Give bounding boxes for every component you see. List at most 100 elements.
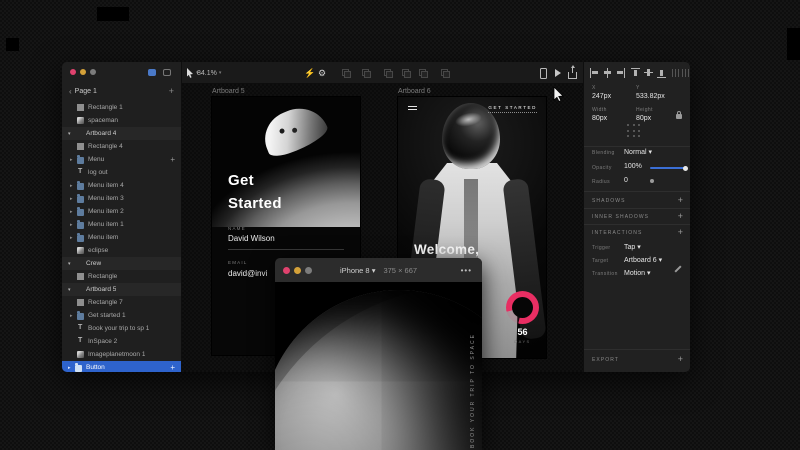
width-value[interactable]: 80px [592,115,607,122]
export-section-label: EXPORT [592,357,620,363]
more-options-icon[interactable]: ••• [461,266,472,275]
height-value[interactable]: 80px [636,115,651,122]
distribute-vertical-icon[interactable] [681,68,690,78]
close-window-button[interactable] [70,69,76,75]
hamburger-menu-icon[interactable] [408,106,417,112]
add-inner-shadow-icon[interactable]: + [678,211,683,221]
layer-row[interactable]: ▸ Menu item 3 [62,192,181,205]
preview-titlebar[interactable]: iPhone 8 ▾ 375 × 667 ••• [275,258,482,282]
layer-add-icon[interactable]: + [170,155,175,164]
layer-row[interactable]: log out [62,166,181,179]
settings-button[interactable]: ⚙ [318,62,326,84]
minimize-window-button[interactable] [294,266,301,274]
opacity-value[interactable]: 100% [624,163,642,170]
preview-window[interactable]: iPhone 8 ▾ 375 × 667 ••• BOOK YOUR TRIP … [275,258,482,450]
expand-arrow-icon[interactable]: ▸ [70,209,77,215]
page-back-icon[interactable]: ‹ [69,87,72,96]
blending-dropdown[interactable]: Normal ▾ [624,148,652,156]
get-started-link[interactable]: GET STARTED [488,105,537,113]
opacity-slider-knob[interactable] [683,165,688,171]
components-view-icon[interactable] [163,69,171,76]
link-tool-button[interactable] [342,62,351,84]
expand-arrow-icon[interactable]: ▸ [70,183,77,189]
expand-arrow-icon[interactable]: ▾ [68,131,75,137]
union-button[interactable] [384,62,393,84]
expand-arrow-icon[interactable]: ▸ [70,313,77,319]
radius-slider-knob[interactable] [650,179,654,183]
layer-row[interactable]: ▸ Menu item [62,231,181,244]
expand-arrow-icon[interactable]: ▸ [68,365,75,371]
layer-row[interactable]: Book your trip to sp 1 [62,322,181,335]
add-page-icon[interactable]: + [169,86,174,96]
preview-device-dropdown[interactable]: iPhone 8 ▾ [340,266,375,275]
add-shadow-icon[interactable]: + [678,195,683,205]
x-value[interactable]: 247px [592,93,611,100]
name-field-label: NAME [228,226,246,231]
close-window-button[interactable] [283,266,290,274]
email-field-value[interactable]: david@invi [228,269,267,278]
layer-row[interactable]: ▸ Menu item 2 [62,205,181,218]
layer-row[interactable]: Imageplanetmoon 1 [62,348,181,361]
layers-view-icon[interactable] [148,69,156,76]
target-dropdown[interactable]: Artboard 6 ▾ [624,256,662,264]
layer-row[interactable]: eclipse [62,244,181,257]
mask-button[interactable] [441,62,450,84]
radius-value[interactable]: 0 [624,177,628,184]
anchor-grid[interactable] [627,124,640,137]
mouse-cursor [553,87,564,102]
opacity-slider[interactable] [650,165,688,171]
layer-row[interactable]: Rectangle 7 [62,296,181,309]
minimize-window-button[interactable] [80,69,86,75]
lock-aspect-icon[interactable] [676,111,682,119]
expand-arrow-icon[interactable]: ▾ [68,261,75,267]
align-right-icon[interactable] [616,68,625,78]
layer-add-icon[interactable]: + [170,363,175,372]
align-middle-vertical-icon[interactable] [644,68,653,78]
layer-row[interactable]: ▾ Crew [62,257,181,270]
trigger-dropdown[interactable]: Tap ▾ [624,243,641,251]
expand-arrow-icon[interactable]: ▸ [70,196,77,202]
transition-dropdown[interactable]: Motion ▾ [624,269,650,277]
intersect-button[interactable] [419,62,428,84]
layer-row[interactable]: ▾ Artboard 4 [62,127,181,140]
play-preview-button[interactable] [555,62,561,84]
align-top-icon[interactable] [631,68,640,78]
share-button[interactable] [568,62,577,84]
layer-row[interactable]: Rectangle 1 [62,101,181,114]
layer-row[interactable]: spaceman [62,114,181,127]
unlink-tool-button[interactable] [362,62,371,84]
expand-arrow-icon[interactable]: ▾ [68,287,75,293]
zoom-window-button[interactable] [90,69,96,75]
add-interaction-icon[interactable]: + [678,227,683,237]
distribute-horizontal-icon[interactable] [671,68,680,78]
layer-row[interactable]: Rectangle [62,270,181,283]
zoom-window-button[interactable] [305,266,312,274]
upload-icon [568,65,577,79]
align-left-icon[interactable] [590,68,599,78]
expand-arrow-icon[interactable]: ▸ [70,235,77,241]
preview-device-button[interactable] [540,62,547,84]
layer-row[interactable]: ▸ Menu item 1 [62,218,181,231]
layer-row[interactable]: ▸ Get started 1 [62,309,181,322]
expand-arrow-icon[interactable]: ▸ [70,157,77,163]
align-center-horizontal-icon[interactable] [603,68,612,78]
layer-row[interactable]: ▾ Artboard 5 [62,283,181,296]
page-navigator[interactable]: ‹ Page 1 + [62,84,181,98]
expand-arrow-icon[interactable]: ▸ [70,222,77,228]
add-export-icon[interactable]: + [678,354,683,364]
subtract-button[interactable] [402,62,411,84]
layer-row[interactable]: ▸ Button + [62,361,181,372]
quick-actions-button[interactable]: ⚡ [304,62,315,84]
edit-transition-icon[interactable] [674,265,682,273]
artboard6-label[interactable]: Artboard 6 [398,88,431,95]
layer-row[interactable]: InSpace 2 [62,335,181,348]
layer-row[interactable]: ▸ Menu + [62,153,181,166]
name-field-value[interactable]: David Wilson [228,234,275,243]
zoom-level-dropdown[interactable]: 84.1% ▾ [197,62,221,84]
layer-row[interactable]: Rectangle 4 [62,140,181,153]
artboard5-label[interactable]: Artboard 5 [212,88,245,95]
layer-row[interactable]: ▸ Menu item 4 [62,179,181,192]
radius-label: Radius [592,179,610,185]
y-value[interactable]: 533.82px [636,93,665,100]
align-bottom-icon[interactable] [657,68,666,78]
